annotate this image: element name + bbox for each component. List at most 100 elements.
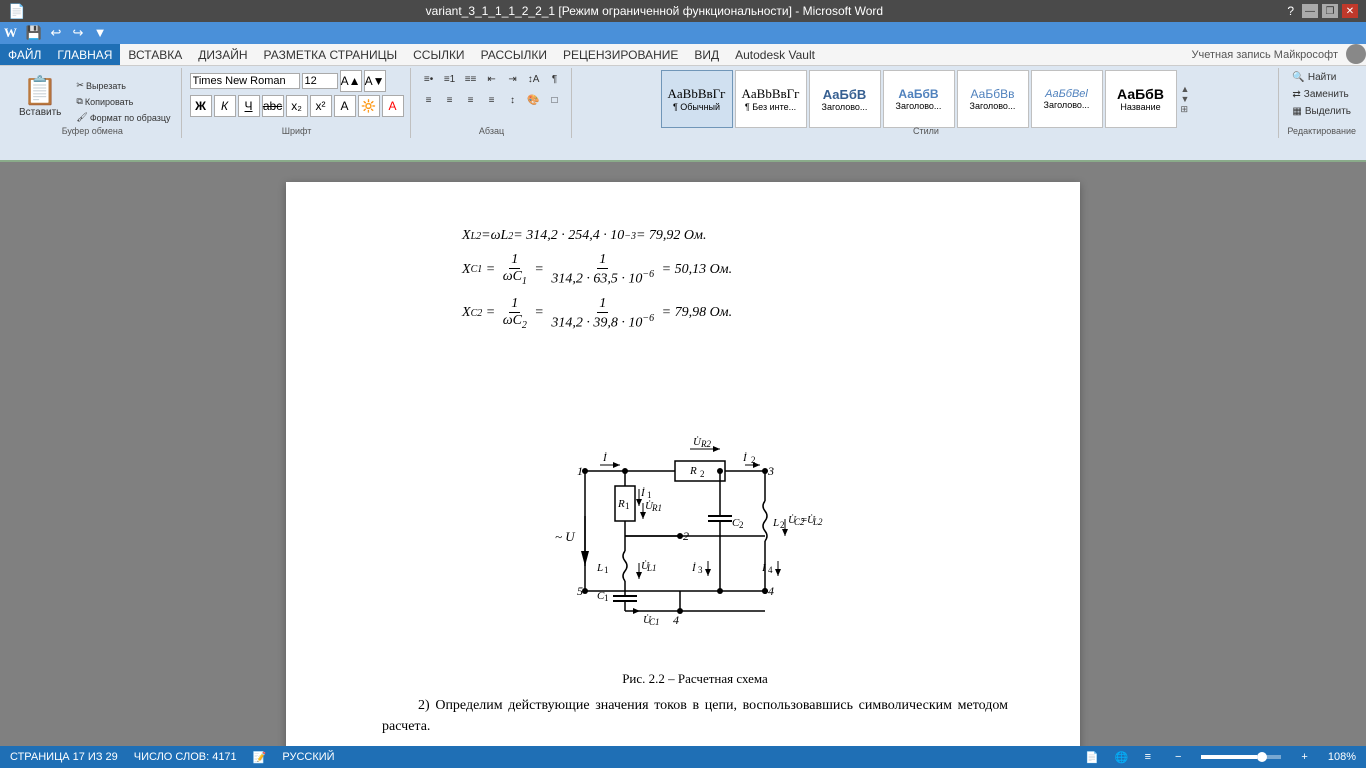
show-formatting-button[interactable]: ¶ bbox=[545, 70, 565, 88]
style-normal[interactable]: AaBbВвГг ¶ Обычный bbox=[661, 70, 733, 128]
window-title: variant_3_1_1_1_2_2_1 [Режим ограниченно… bbox=[25, 4, 1283, 18]
close-button[interactable]: ✕ bbox=[1342, 4, 1358, 18]
svg-text:2: 2 bbox=[700, 469, 705, 479]
word-logo-icon: W bbox=[4, 25, 17, 41]
style-no-spacing[interactable]: AaBbВвГг ¶ Без инте... bbox=[735, 70, 807, 128]
line-spacing-button[interactable]: ↕ bbox=[503, 91, 523, 109]
menubar: ФАЙЛ ГЛАВНАЯ ВСТАВКА ДИЗАЙН РАЗМЕТКА СТР… bbox=[0, 44, 1366, 66]
menu-autodesk[interactable]: Autodesk Vault bbox=[727, 44, 823, 65]
view-print-button[interactable]: 📄 bbox=[1085, 751, 1099, 764]
svg-text:2: 2 bbox=[739, 520, 744, 530]
svg-text:1: 1 bbox=[604, 593, 609, 603]
menu-review[interactable]: РЕЦЕНЗИРОВАНИЕ bbox=[555, 44, 686, 65]
underline-button[interactable]: Ч bbox=[238, 95, 260, 117]
svg-text:1: 1 bbox=[647, 490, 652, 500]
sort-button[interactable]: ↕A bbox=[524, 70, 544, 88]
styles-scroll-arrow[interactable]: ▲ ▼ ⊞ bbox=[1179, 82, 1192, 117]
font-label: Шрифт bbox=[184, 126, 410, 136]
customize-qat-button[interactable]: ▼ bbox=[91, 24, 109, 42]
numbering-button[interactable]: ≡1 bbox=[440, 70, 460, 88]
paste-button[interactable]: 📋 Вставить bbox=[10, 70, 70, 133]
decrease-indent-button[interactable]: ⇤ bbox=[482, 70, 502, 88]
paste-label: Вставить bbox=[19, 107, 61, 118]
svg-text:İ: İ bbox=[602, 452, 608, 464]
word-count[interactable]: ЧИСЛО СЛОВ: 4171 bbox=[134, 751, 237, 763]
copy-icon: ⧉ bbox=[76, 96, 82, 107]
bold-button[interactable]: Ж bbox=[190, 95, 212, 117]
menu-view[interactable]: ВИД bbox=[686, 44, 727, 65]
strikethrough-button[interactable]: abc bbox=[262, 95, 284, 117]
subscript-button[interactable]: x₂ bbox=[286, 95, 308, 117]
circuit-diagram: 1 5 2 3 4 ~ U bbox=[382, 341, 1008, 661]
svg-text:İ: İ bbox=[742, 452, 748, 464]
paste-icon: 📋 bbox=[23, 74, 58, 107]
style-heading4[interactable]: АаБбВel Заголово... bbox=[1031, 70, 1103, 128]
svg-text:İ: İ bbox=[640, 487, 646, 499]
svg-text:3: 3 bbox=[698, 565, 703, 575]
select-button[interactable]: ▦ Выделить bbox=[1287, 104, 1356, 119]
quick-access-toolbar: W 💾 ↩ ↪ ▼ bbox=[0, 22, 1366, 44]
menu-layout[interactable]: РАЗМЕТКА СТРАНИЦЫ bbox=[256, 44, 406, 65]
minimize-button[interactable]: — bbox=[1302, 4, 1318, 18]
menu-insert[interactable]: ВСТАВКА bbox=[120, 44, 190, 65]
text-effects-button[interactable]: A bbox=[334, 95, 356, 117]
style-title[interactable]: АаБбВ Название bbox=[1105, 70, 1177, 128]
redo-button[interactable]: ↪ bbox=[69, 24, 87, 42]
replace-button[interactable]: ⇄ Заменить bbox=[1287, 87, 1356, 102]
font-name-input[interactable] bbox=[190, 73, 300, 89]
menu-mailings[interactable]: РАССЫЛКИ bbox=[473, 44, 555, 65]
svg-text:R: R bbox=[617, 498, 625, 510]
align-right-button[interactable]: ≡ bbox=[461, 91, 481, 109]
svg-text:İ: İ bbox=[691, 562, 697, 574]
zoom-slider[interactable] bbox=[1201, 755, 1281, 759]
increase-font-button[interactable]: A▲ bbox=[340, 70, 362, 92]
paragraph-group: ≡• ≡1 ≡≡ ⇤ ⇥ ↕A ¶ ≡ ≡ ≡ ≡ ↕ 🎨 □ bbox=[413, 68, 572, 138]
menu-file[interactable]: ФАЙЛ bbox=[0, 44, 49, 65]
style-heading3[interactable]: АаБбВв Заголово... bbox=[957, 70, 1029, 128]
document-wrapper: XL2 = ωL2 = 314,2 · 254,4 · 10−3 = 79,92… bbox=[0, 162, 1366, 768]
highlight-button[interactable]: 🔆 bbox=[358, 95, 380, 117]
increase-indent-button[interactable]: ⇥ bbox=[503, 70, 523, 88]
font-size-input[interactable] bbox=[302, 73, 338, 89]
style-heading2[interactable]: АаБбВ Заголово... bbox=[883, 70, 955, 128]
select-icon: ▦ bbox=[1292, 106, 1301, 117]
decrease-font-button[interactable]: A▼ bbox=[364, 70, 386, 92]
justify-button[interactable]: ≡ bbox=[482, 91, 502, 109]
align-center-button[interactable]: ≡ bbox=[440, 91, 460, 109]
cut-icon: ✂ bbox=[76, 80, 84, 91]
bullets-button[interactable]: ≡• bbox=[419, 70, 439, 88]
page-info[interactable]: СТРАНИЦА 17 ИЗ 29 bbox=[10, 751, 118, 763]
italic-button[interactable]: К bbox=[214, 95, 236, 117]
menu-home[interactable]: ГЛАВНАЯ bbox=[49, 44, 120, 65]
view-web-button[interactable]: 🌐 bbox=[1115, 751, 1129, 764]
zoom-level[interactable]: 108% bbox=[1328, 751, 1356, 763]
menu-references[interactable]: ССЫЛКИ bbox=[405, 44, 472, 65]
replace-icon: ⇄ bbox=[1292, 89, 1300, 100]
find-button[interactable]: 🔍 Найти bbox=[1287, 70, 1356, 85]
help-button[interactable]: ? bbox=[1283, 4, 1298, 18]
menu-design[interactable]: ДИЗАЙН bbox=[190, 44, 255, 65]
zoom-in-button[interactable]: + bbox=[1301, 751, 1307, 763]
format-painter-button[interactable]: 🖌 Формат по образцу bbox=[72, 110, 174, 125]
svg-text:3: 3 bbox=[767, 464, 774, 478]
multilevel-button[interactable]: ≡≡ bbox=[461, 70, 481, 88]
align-left-button[interactable]: ≡ bbox=[419, 91, 439, 109]
copy-button[interactable]: ⧉ Копировать bbox=[72, 94, 174, 109]
view-outline-button[interactable]: ≡ bbox=[1145, 751, 1151, 763]
svg-text:L: L bbox=[772, 517, 779, 529]
save-button[interactable]: 💾 bbox=[25, 24, 43, 42]
zoom-out-button[interactable]: − bbox=[1175, 751, 1181, 763]
cut-button[interactable]: ✂ Вырезать bbox=[72, 78, 174, 93]
font-color-button[interactable]: A bbox=[382, 95, 404, 117]
account-avatar[interactable] bbox=[1346, 44, 1366, 64]
language[interactable]: РУССКИЙ bbox=[282, 751, 334, 763]
style-heading1[interactable]: АаБбВ Заголово... bbox=[809, 70, 881, 128]
restore-button[interactable]: ❐ bbox=[1322, 4, 1338, 18]
borders-button[interactable]: □ bbox=[545, 91, 565, 109]
superscript-button[interactable]: x² bbox=[310, 95, 332, 117]
shading-button[interactable]: 🎨 bbox=[524, 91, 544, 109]
svg-text:1: 1 bbox=[625, 501, 630, 511]
svg-text:R2: R2 bbox=[700, 439, 711, 449]
undo-button[interactable]: ↩ bbox=[47, 24, 65, 42]
figure-caption: Рис. 2.2 – Расчетная схема bbox=[382, 671, 1008, 687]
